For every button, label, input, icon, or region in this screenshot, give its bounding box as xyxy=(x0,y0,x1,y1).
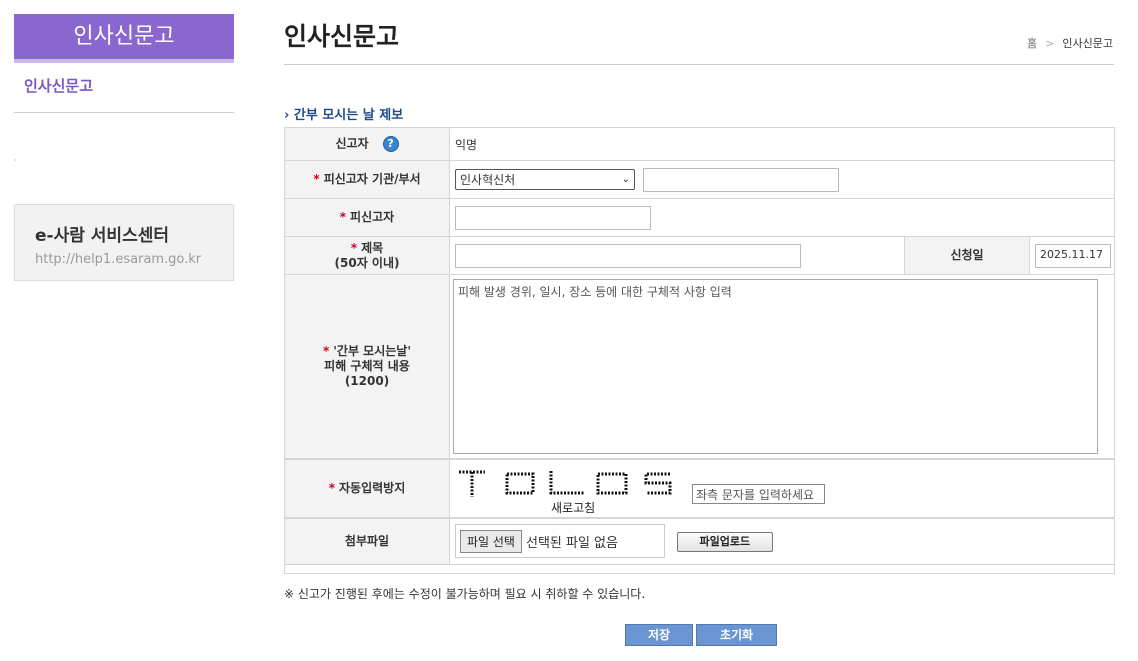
sidebar-item-inssa-sinmungo[interactable]: 인사신문고 xyxy=(14,63,234,113)
detail-label-line2: 피해 구체적 내용 xyxy=(324,359,410,373)
required-mark: * xyxy=(339,210,347,224)
reporter-label-cell: 신고자? xyxy=(284,127,450,161)
subject-label-cell: * 제목 (50자 이내) xyxy=(284,236,450,275)
chevron-right-icon: > xyxy=(1045,37,1055,50)
required-mark: * xyxy=(350,240,358,255)
detail-cell: 피해 발생 경위, 일시, 장소 등에 대한 구체적 사항 입력 xyxy=(448,274,1116,460)
apply-date-input[interactable]: 2025.11.17 xyxy=(1035,243,1111,268)
target-person-input[interactable] xyxy=(455,205,651,230)
row-target-person: * 피신고자 xyxy=(284,198,1116,237)
captcha-label-cell: * 자동입력방지 xyxy=(284,458,450,519)
captcha-cell: 새로고침 좌측 문자를 입력하세요 xyxy=(448,458,1116,519)
detail-label-line3: (1200) xyxy=(344,374,390,388)
row-target-org: * 피신고자 기관/부서 인사혁신처 ⌄ xyxy=(284,160,1116,199)
org-select[interactable]: 인사혁신처 ⌄ xyxy=(455,169,635,190)
subject-label: 제목 xyxy=(361,240,384,255)
detail-label-line1: '간부 모시는날' xyxy=(333,344,412,358)
service-center-title: e-사람 서비스센터 xyxy=(35,226,169,246)
captcha-text-image xyxy=(459,470,672,497)
reporter-value: 익명 xyxy=(448,127,1116,161)
sidebar-title: 인사신문고 xyxy=(14,14,234,63)
question-mark-icon[interactable]: ? xyxy=(382,136,399,152)
attachment-cell: 파일 선택 선택된 파일 없음 파일업로드 xyxy=(448,517,1116,565)
save-button[interactable]: 저장 xyxy=(625,624,693,646)
subject-sublabel: (50자 이내) xyxy=(334,255,400,270)
captcha-input[interactable]: 좌측 문자를 입력하세요 xyxy=(692,484,825,504)
row-attachment: 첨부파일 파일 선택 선택된 파일 없음 파일업로드 xyxy=(284,517,1116,565)
captcha-refresh-link[interactable]: 새로고침 xyxy=(551,499,595,516)
row-subject: * 제목 (50자 이내) 신청일 2025.11.17 xyxy=(284,236,1116,275)
service-center-url[interactable]: http://help1.esaram.go.kr xyxy=(35,252,233,267)
subject-input[interactable] xyxy=(455,243,801,268)
report-form: 신고자? 익명 * 피신고자 기관/부서 인사혁신처 ⌄ * 피신고자 * 제목 (50… xyxy=(283,127,1116,574)
section-title: › 간부 모시는 날 제보 xyxy=(284,104,403,123)
spacer-cell xyxy=(283,563,1116,574)
chevron-right-icon: › xyxy=(284,108,294,123)
apply-date-label: 신청일 xyxy=(904,236,1030,275)
breadcrumb-home[interactable]: 홈 xyxy=(1027,37,1037,50)
sidebar-dot: · xyxy=(14,156,17,165)
apply-date-cell: 2025.11.17 xyxy=(1028,236,1116,275)
no-file-text: 선택된 파일 없음 xyxy=(525,535,618,551)
required-mark: * xyxy=(322,344,330,358)
org-select-value: 인사혁신처 xyxy=(460,173,516,187)
dept-input[interactable] xyxy=(642,167,839,192)
choose-file-button[interactable]: 파일 선택 xyxy=(460,529,522,553)
row-captcha: * 자동입력방지 새로고침 좌측 문자를 입력하세요 xyxy=(284,458,1116,519)
reset-button[interactable]: 초기화 xyxy=(696,624,777,646)
target-person-label-cell: * 피신고자 xyxy=(284,198,450,237)
target-person-cell xyxy=(448,198,1116,237)
captcha-group: 새로고침 좌측 문자를 입력하세요 xyxy=(455,467,825,515)
breadcrumb-current: 인사신문고 xyxy=(1062,37,1113,50)
required-mark: * xyxy=(313,172,320,186)
service-center-banner[interactable]: e-사람 서비스센터 http://help1.esaram.go.kr xyxy=(14,204,234,281)
row-detail: * '간부 모시는날' 피해 구체적 내용 (1200) 피해 발생 경위, 일시… xyxy=(284,274,1116,460)
target-person-label: 피신고자 xyxy=(350,210,395,224)
subject-cell xyxy=(449,236,905,275)
row-spacer xyxy=(283,563,1116,574)
target-org-cell: 인사혁신처 ⌄ xyxy=(448,160,1116,199)
detail-textarea[interactable]: 피해 발생 경위, 일시, 장소 등에 대한 구체적 사항 입력 xyxy=(453,279,1098,454)
chevron-down-icon: ⌄ xyxy=(621,174,630,185)
notice-text: ※ 신고가 진행된 후에는 수정이 불가능하며 필요 시 취하할 수 있습니다. xyxy=(284,587,646,601)
required-mark: * xyxy=(328,481,336,495)
row-reporter: 신고자? 익명 xyxy=(284,127,1116,161)
file-upload-button[interactable]: 파일업로드 xyxy=(676,532,773,553)
captcha-image: 새로고침 xyxy=(455,467,680,515)
file-picker: 파일 선택 선택된 파일 없음 xyxy=(455,524,665,559)
page-title: 인사신문고 xyxy=(284,22,400,51)
detail-label-cell: * '간부 모시는날' 피해 구체적 내용 (1200) xyxy=(284,274,450,460)
attachment-label: 첨부파일 xyxy=(284,517,450,565)
captcha-label: 자동입력방지 xyxy=(339,481,406,495)
section-title-text: 간부 모시는 날 제보 xyxy=(293,108,404,123)
target-org-label-cell: * 피신고자 기관/부서 xyxy=(284,160,450,199)
reporter-label: 신고자 xyxy=(335,136,369,151)
breadcrumb: 홈 > 인사신문고 xyxy=(1027,35,1113,51)
header-divider xyxy=(284,64,1114,65)
target-org-label: 피신고자 기관/부서 xyxy=(323,172,421,186)
